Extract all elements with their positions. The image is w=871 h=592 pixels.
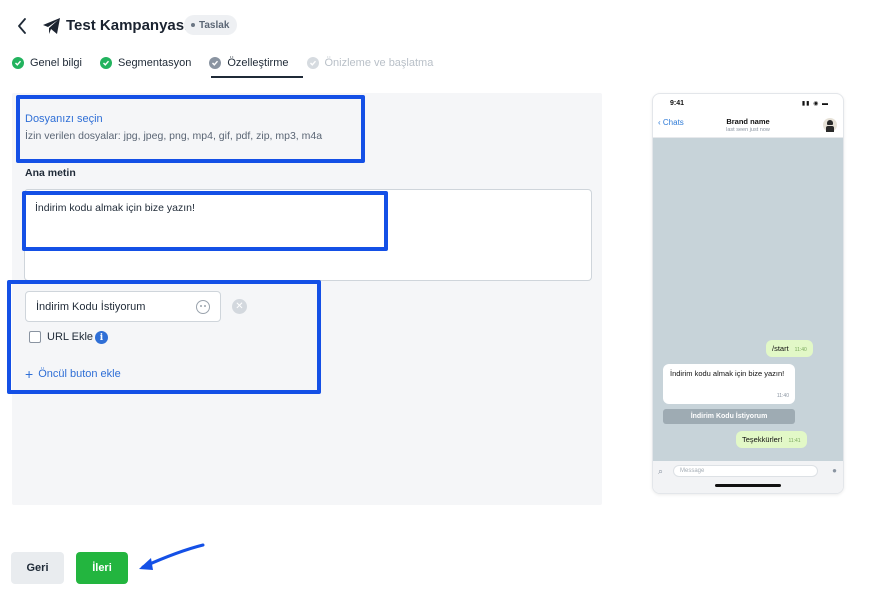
status-badge-label: Taslak [199,19,230,31]
step-preview-launch[interactable]: Önizleme ve başlatma [306,54,434,72]
chat-name: Brand name [726,117,770,126]
check-icon [306,57,319,69]
page-title: Test Kampanyası [66,17,189,34]
chat-last-seen: last seen just now [726,127,770,133]
arrow-annotation-icon [139,543,205,570]
chat-area: /start 11:40 İndirim kodu almak için bize… [653,138,843,461]
step-customization[interactable]: Özelleştirme [209,54,289,72]
highlight-box-buttons [7,280,321,394]
message-in: İndirim kodu almak için bize yazın! 11:4… [663,364,795,404]
message-out: /start 11:40 [766,340,813,357]
phone-input-bar: ⌕ Message ● [653,461,843,493]
status-badge: Taslak [184,15,238,35]
highlight-box-upload [16,95,365,163]
step-segmentation[interactable]: Segmentasyon [99,54,192,72]
main-text-label: Ana metin [25,167,76,179]
back-step-button[interactable]: Geri [11,552,64,584]
phone-message-input: Message [673,465,818,477]
message-out: Teşekkürler! 11:41 [736,431,807,448]
phone-status-bar: 9:41 ▮▮ ◉ ▬ [653,94,843,110]
step-label: Segmentasyon [117,57,192,69]
check-icon [99,57,112,69]
microphone-icon: ● [832,466,837,475]
back-button[interactable] [14,16,30,36]
step-general-info[interactable]: Genel bilgi [12,54,82,72]
stepper: Genel bilgi Segmentasyon Özelleştirme Ön… [12,54,451,72]
home-indicator [715,484,781,487]
signal-wifi-battery-icon: ▮▮ ◉ ▬ [801,101,829,107]
avatar [823,118,837,132]
step-label: Önizleme ve başlatma [324,57,434,69]
inline-keyboard-button: İndirim Kodu İstiyorum [663,409,795,424]
status-dot-icon [191,23,195,27]
chat-header: ‹ Chats Brand name last seen just now [653,110,843,138]
active-step-underline [211,76,303,78]
phone-preview: 9:41 ▮▮ ◉ ▬ ‹ Chats Brand name last seen… [652,93,844,494]
chevron-left-icon [18,18,26,34]
send-icon [42,16,62,36]
step-label: Genel bilgi [30,57,82,69]
paperclip-icon: ⌕ [658,466,664,476]
phone-time: 9:41 [670,100,685,107]
highlight-box-main-text [22,191,388,251]
check-icon [209,57,222,69]
next-step-button[interactable]: İleri [76,552,128,584]
step-label: Özelleştirme [227,57,289,69]
check-icon [12,57,24,69]
